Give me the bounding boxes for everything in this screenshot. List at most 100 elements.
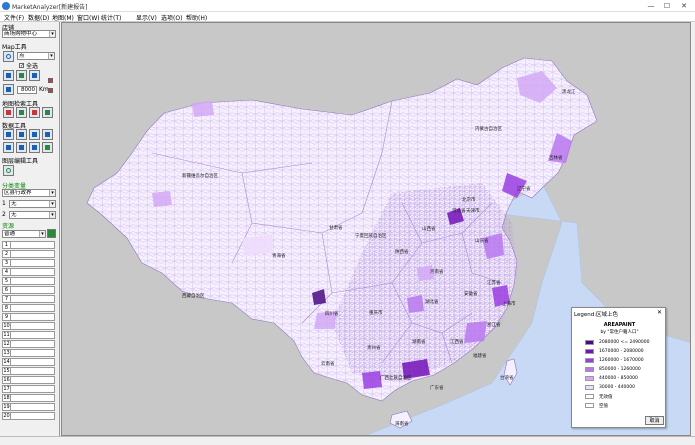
flag-icon xyxy=(48,78,53,83)
row-field[interactable] xyxy=(11,376,55,384)
data-tool-8-button[interactable] xyxy=(42,142,53,153)
row-number: 9 xyxy=(2,313,11,321)
menu-view[interactable]: 显示(V) xyxy=(136,13,157,22)
row-field[interactable] xyxy=(11,259,55,267)
layer-edit-button[interactable] xyxy=(3,165,14,176)
menu-options[interactable]: 选项(O) xyxy=(161,13,182,22)
grid-icon xyxy=(45,132,50,137)
pointer-tool-button[interactable] xyxy=(3,84,14,95)
row-field[interactable] xyxy=(11,241,55,249)
row-field[interactable] xyxy=(11,295,55,303)
legend-window[interactable]: Legend:区域上色 ✕ AREAPAINT by "常住户籍人口" 2080… xyxy=(571,307,666,428)
row-number: 6 xyxy=(2,286,11,294)
search-tool-2-button[interactable] xyxy=(16,107,27,118)
label-yunnan: 云南省 xyxy=(321,362,335,367)
label-guangxi: 广西壮族自治区 xyxy=(380,376,412,381)
report-icon xyxy=(32,132,37,137)
data-tool-4-button[interactable] xyxy=(42,129,53,140)
legend-swatch xyxy=(585,385,594,390)
legend-close-icon[interactable]: ✕ xyxy=(657,309,662,316)
row-field[interactable] xyxy=(11,394,55,402)
row-field[interactable] xyxy=(11,385,55,393)
row-field[interactable] xyxy=(11,358,55,366)
data-tool-1-button[interactable] xyxy=(3,129,14,140)
legend-range-label: 1670000 - 2080000 xyxy=(599,348,644,354)
select-all-checkbox[interactable]: ✓ xyxy=(19,63,24,69)
row-field[interactable] xyxy=(11,268,55,276)
clear-distance-icon[interactable] xyxy=(48,88,53,93)
label-sichuan: 四川省 xyxy=(325,312,339,317)
menu-data[interactable]: 数据(D) xyxy=(28,13,49,22)
row-number: 7 xyxy=(2,295,11,303)
legend-header: AREAPAINT xyxy=(603,322,636,328)
data-tool-2-button[interactable] xyxy=(16,129,27,140)
search-tool-4-button[interactable] xyxy=(42,107,53,118)
row-number: 13 xyxy=(2,349,11,357)
label-shanghai: 上海市 xyxy=(502,302,516,307)
store-type-combo[interactable]: 商场购物中心 ▾ xyxy=(2,30,56,38)
shape-tool-button[interactable] xyxy=(3,70,14,81)
label-henan: 河南省 xyxy=(430,270,444,275)
distance-input[interactable]: 8000 xyxy=(17,86,37,94)
chevron-down-icon: ▾ xyxy=(49,201,55,207)
row-number: 8 xyxy=(2,304,11,312)
label-neimenggu: 内蒙古自治区 xyxy=(475,127,502,132)
row-field[interactable] xyxy=(11,250,55,258)
zoom-tool-button[interactable] xyxy=(3,51,14,62)
label-hunan: 湖南省 xyxy=(412,340,426,345)
menu-stats[interactable]: 统计(T) xyxy=(101,13,121,22)
layers-icon xyxy=(19,73,24,78)
sheet-icon xyxy=(19,145,24,150)
variable-2-combo[interactable]: 无 ▾ xyxy=(9,211,56,219)
label-hubei: 湖北省 xyxy=(425,300,439,305)
layer-tool-button[interactable] xyxy=(16,70,27,81)
row-field[interactable] xyxy=(11,331,55,339)
maximize-button[interactable]: ☐ xyxy=(660,1,674,11)
data-tool-3-button[interactable] xyxy=(29,129,40,140)
menu-map[interactable]: 地图(M) xyxy=(52,13,74,22)
row-number: 14 xyxy=(2,358,11,366)
row-field[interactable] xyxy=(11,349,55,357)
row-field[interactable] xyxy=(11,367,55,375)
row-field[interactable] xyxy=(11,277,55,285)
measure-tool-button[interactable] xyxy=(29,70,40,81)
row-field[interactable] xyxy=(11,304,55,312)
label-zhejiang: 浙江省 xyxy=(487,323,501,328)
row-field[interactable] xyxy=(11,340,55,348)
row-field[interactable] xyxy=(11,403,55,411)
menu-file[interactable]: 文件(F) xyxy=(4,13,24,22)
search-tool-1-button[interactable] xyxy=(3,107,14,118)
close-button[interactable]: ✕ xyxy=(677,1,691,11)
row-field[interactable] xyxy=(11,412,55,420)
row-field[interactable] xyxy=(11,313,55,321)
chevron-down-icon: ▾ xyxy=(49,190,55,196)
label-jiangxi: 江西省 xyxy=(450,340,464,345)
row-number: 11 xyxy=(2,331,11,339)
label-guangdong: 广东省 xyxy=(430,386,444,391)
row-field[interactable] xyxy=(11,286,55,294)
legend-range-label: 30000 - 440000 xyxy=(599,384,635,390)
menu-help[interactable]: 帮助(H) xyxy=(186,13,207,22)
variable-1-combo[interactable]: 无 ▾ xyxy=(9,200,56,208)
apply-button[interactable] xyxy=(47,229,56,238)
legend-swatch xyxy=(585,358,594,363)
data-tool-5-button[interactable] xyxy=(3,142,14,153)
map-tool-combo[interactable]: 点 ▾ xyxy=(17,52,55,60)
var2-index: 2 xyxy=(2,211,6,218)
boundary-combo[interactable]: 区县行政界 ▾ xyxy=(2,189,56,197)
label-shaanxi: 陕西省 xyxy=(395,250,409,255)
app-logo-icon xyxy=(2,2,10,10)
resource-combo[interactable]: 普通 ▾ xyxy=(2,230,46,238)
minimize-button[interactable]: — xyxy=(644,1,658,11)
search-tool-3-button[interactable] xyxy=(29,107,40,118)
label-shandong: 山东省 xyxy=(475,239,489,244)
label-xinjiang: 新疆维吾尔自治区 xyxy=(182,174,218,179)
menu-window[interactable]: 窗口(W) xyxy=(77,13,100,22)
magnifier-icon xyxy=(6,54,11,59)
data-tool-7-button[interactable] xyxy=(29,142,40,153)
row-field[interactable] xyxy=(11,322,55,330)
status-bar xyxy=(0,436,695,445)
legend-cancel-button[interactable]: 取消 xyxy=(645,416,664,425)
data-tool-6-button[interactable] xyxy=(16,142,27,153)
row-number: 5 xyxy=(2,277,11,285)
